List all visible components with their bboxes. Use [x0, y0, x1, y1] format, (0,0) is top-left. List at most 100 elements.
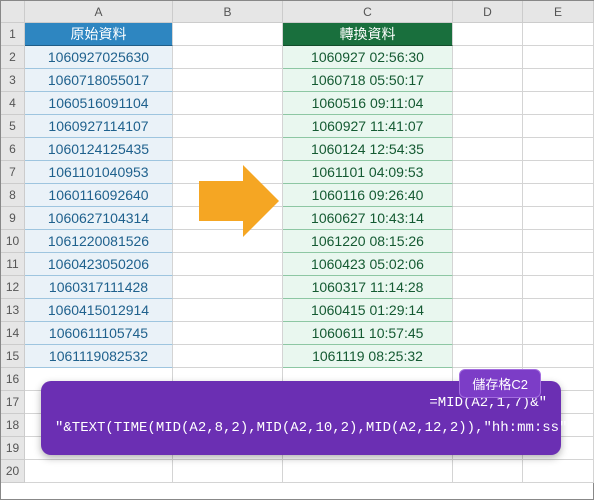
data-cell-c[interactable]: 1060516 09:11:04 — [283, 92, 453, 115]
cell[interactable] — [453, 460, 523, 483]
cell[interactable] — [523, 230, 594, 253]
row-header[interactable]: 1 — [1, 23, 25, 46]
cell[interactable] — [523, 460, 594, 483]
cell[interactable] — [453, 230, 523, 253]
data-cell-c[interactable]: 1061101 04:09:53 — [283, 161, 453, 184]
data-cell-c[interactable]: 1060423 05:02:06 — [283, 253, 453, 276]
data-cell-a[interactable]: 1061119082532 — [25, 345, 173, 368]
row-header[interactable]: 2 — [1, 46, 25, 69]
cell[interactable] — [173, 322, 283, 345]
cell[interactable] — [523, 46, 594, 69]
row-header[interactable]: 3 — [1, 69, 25, 92]
col-header-d[interactable]: D — [453, 1, 523, 23]
cell[interactable] — [523, 138, 594, 161]
header-cell-a[interactable]: 原始資料 — [25, 23, 173, 46]
col-header-c[interactable]: C — [283, 1, 453, 23]
cell[interactable] — [453, 92, 523, 115]
col-header-a[interactable]: A — [25, 1, 173, 23]
cell[interactable] — [523, 92, 594, 115]
cell[interactable] — [453, 23, 523, 46]
cell[interactable] — [173, 46, 283, 69]
row-header[interactable]: 4 — [1, 92, 25, 115]
cell[interactable] — [173, 92, 283, 115]
cell[interactable] — [523, 299, 594, 322]
cell[interactable] — [283, 460, 453, 483]
row-header[interactable]: 11 — [1, 253, 25, 276]
data-cell-c[interactable]: 1060124 12:54:35 — [283, 138, 453, 161]
row-header[interactable]: 7 — [1, 161, 25, 184]
cell[interactable] — [453, 253, 523, 276]
cell[interactable] — [453, 184, 523, 207]
data-cell-c[interactable]: 1060927 11:41:07 — [283, 115, 453, 138]
data-cell-a[interactable]: 1060627104314 — [25, 207, 173, 230]
data-cell-a[interactable]: 1060718055017 — [25, 69, 173, 92]
cell[interactable] — [523, 23, 594, 46]
cell[interactable] — [453, 207, 523, 230]
col-header-e[interactable]: E — [523, 1, 594, 23]
row-header[interactable]: 13 — [1, 299, 25, 322]
corner-cell[interactable] — [1, 1, 25, 23]
cell[interactable] — [523, 253, 594, 276]
row-header[interactable]: 6 — [1, 138, 25, 161]
cell[interactable] — [173, 69, 283, 92]
data-cell-a[interactable]: 1060611105745 — [25, 322, 173, 345]
cell[interactable] — [523, 161, 594, 184]
row-header[interactable]: 17 — [1, 391, 25, 414]
data-cell-c[interactable]: 1060718 05:50:17 — [283, 69, 453, 92]
row-header[interactable]: 18 — [1, 414, 25, 437]
data-cell-c[interactable]: 1060627 10:43:14 — [283, 207, 453, 230]
cell[interactable] — [173, 345, 283, 368]
row-header[interactable]: 9 — [1, 207, 25, 230]
row-header[interactable]: 12 — [1, 276, 25, 299]
data-cell-a[interactable]: 1060415012914 — [25, 299, 173, 322]
data-cell-a[interactable]: 1060317111428 — [25, 276, 173, 299]
cell[interactable] — [453, 69, 523, 92]
row-header[interactable]: 16 — [1, 368, 25, 391]
data-cell-c[interactable]: 1060415 01:29:14 — [283, 299, 453, 322]
cell[interactable] — [523, 115, 594, 138]
row-header[interactable]: 14 — [1, 322, 25, 345]
cell[interactable] — [523, 69, 594, 92]
cell[interactable] — [453, 345, 523, 368]
cell[interactable] — [453, 161, 523, 184]
cell[interactable] — [173, 115, 283, 138]
data-cell-a[interactable]: 1060124125435 — [25, 138, 173, 161]
cell[interactable] — [523, 276, 594, 299]
data-cell-c[interactable]: 1060611 10:57:45 — [283, 322, 453, 345]
data-cell-a[interactable]: 1060927025630 — [25, 46, 173, 69]
data-cell-c[interactable]: 1060116 09:26:40 — [283, 184, 453, 207]
cell[interactable] — [173, 253, 283, 276]
cell[interactable] — [453, 115, 523, 138]
data-cell-c[interactable]: 1061119 08:25:32 — [283, 345, 453, 368]
row-header[interactable]: 10 — [1, 230, 25, 253]
cell[interactable] — [453, 138, 523, 161]
row-header[interactable]: 15 — [1, 345, 25, 368]
data-cell-a[interactable]: 1060423050206 — [25, 253, 173, 276]
row-header[interactable]: 5 — [1, 115, 25, 138]
cell[interactable] — [173, 138, 283, 161]
cell[interactable] — [173, 460, 283, 483]
data-cell-a[interactable]: 1061220081526 — [25, 230, 173, 253]
cell[interactable] — [523, 322, 594, 345]
cell[interactable] — [173, 299, 283, 322]
data-cell-c[interactable]: 1060927 02:56:30 — [283, 46, 453, 69]
cell[interactable] — [453, 299, 523, 322]
data-cell-a[interactable]: 1060927114107 — [25, 115, 173, 138]
row-header[interactable]: 19 — [1, 437, 25, 460]
cell[interactable] — [523, 345, 594, 368]
cell[interactable] — [173, 23, 283, 46]
cell[interactable] — [25, 460, 173, 483]
cell[interactable] — [453, 322, 523, 345]
row-header[interactable]: 8 — [1, 184, 25, 207]
cell[interactable] — [453, 46, 523, 69]
header-cell-c[interactable]: 轉換資料 — [283, 23, 453, 46]
cell[interactable] — [523, 184, 594, 207]
col-header-b[interactable]: B — [173, 1, 283, 23]
cell[interactable] — [453, 276, 523, 299]
row-header[interactable]: 20 — [1, 460, 25, 483]
data-cell-c[interactable]: 1060317 11:14:28 — [283, 276, 453, 299]
data-cell-a[interactable]: 1060516091104 — [25, 92, 173, 115]
cell[interactable] — [523, 207, 594, 230]
data-cell-c[interactable]: 1061220 08:15:26 — [283, 230, 453, 253]
data-cell-a[interactable]: 1061101040953 — [25, 161, 173, 184]
